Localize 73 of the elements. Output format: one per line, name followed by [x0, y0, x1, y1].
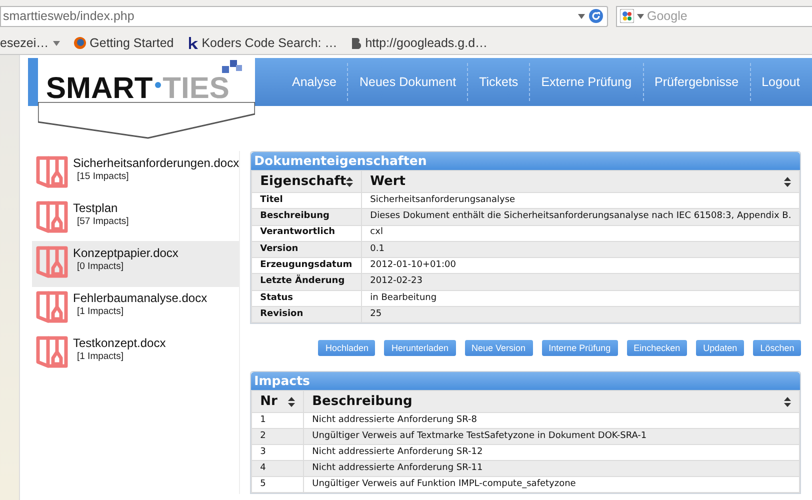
- action-button[interactable]: Löschen: [753, 340, 802, 356]
- impact-count: [1 Impacts]: [76, 306, 124, 318]
- k-icon: [188, 37, 198, 49]
- nav-link[interactable]: Externe Prüfung: [530, 72, 643, 92]
- panel-title: Impacts: [251, 372, 800, 390]
- document-icon: [35, 155, 69, 189]
- sort-icon: [346, 176, 354, 186]
- table-cell: 5: [252, 476, 304, 493]
- document-name: Testplan: [73, 201, 119, 216]
- cubes-icon: [220, 58, 244, 76]
- nav-link[interactable]: Prüfergebnisse: [644, 72, 750, 92]
- document-item[interactable]: Konzeptpapier.docx [0 Impacts]: [32, 241, 240, 287]
- logo-text: TIES: [162, 71, 230, 107]
- document-name: Konzeptpapier.docx: [73, 246, 178, 261]
- globe-icon: [74, 37, 86, 49]
- caret-icon: [637, 14, 644, 18]
- document-name: Sicherheitsanforderungen.docx: [73, 156, 240, 171]
- document-item[interactable]: Testkonzept.docx [1 Impacts]: [32, 331, 240, 377]
- document-icon: [35, 290, 69, 324]
- impact-count: [1 Impacts]: [76, 351, 124, 363]
- document-icon: [35, 200, 69, 234]
- action-button[interactable]: Einchecken: [626, 340, 688, 356]
- bookmark[interactable]: http://googleads.g.d…: [351, 34, 488, 52]
- caret-icon: [52, 40, 60, 46]
- action-button[interactable]: Updaten: [696, 340, 744, 356]
- impact-count: [0 Impacts]: [76, 261, 124, 273]
- reload-icon[interactable]: [589, 9, 603, 23]
- caret-icon: [578, 14, 585, 18]
- table-cell: Dieses Dokument enthält die Sicherheitsanforderungsanalyse nach IEC 61508:3, Appendix B.: [362, 208, 800, 226]
- bookmark-icon: [351, 38, 362, 48]
- nav-link[interactable]: Tickets: [468, 72, 530, 92]
- search-field[interactable]: Google: [616, 6, 812, 26]
- logo-text: SMART: [46, 71, 153, 107]
- nav-link[interactable]: Analyse: [281, 72, 348, 92]
- bookmark[interactable]: esezei…: [0, 34, 60, 52]
- impact-count: [15 Impacts]: [76, 171, 130, 183]
- search-input[interactable]: Google: [647, 6, 812, 26]
- nav-link[interactable]: Logout: [750, 72, 811, 92]
- action-button[interactable]: Hochladen: [318, 340, 376, 356]
- table-cell: 2012-02-23: [362, 274, 800, 290]
- document-icon: [35, 335, 69, 369]
- column-header[interactable]: Beschreibung: [304, 390, 800, 413]
- column-header[interactable]: Wert: [362, 170, 800, 192]
- google-icon: [620, 9, 634, 23]
- action-button[interactable]: Neue Version: [464, 340, 533, 356]
- table-cell: Letzte Änderung: [252, 274, 362, 290]
- table-cell: Ungültiger Verweis auf Funktion IMPL-compute_safetyzone: [304, 476, 800, 493]
- bookmark[interactable]: Getting Started: [74, 34, 174, 52]
- dot-icon: [154, 82, 161, 88]
- document-item[interactable]: Sicherheitsanforderungen.docx [15 Impacts]: [32, 151, 240, 197]
- table-cell: 25: [362, 306, 800, 323]
- sort-icon: [784, 396, 792, 407]
- bookmark[interactable]: Koders Code Search: …: [188, 34, 338, 52]
- action-button[interactable]: Interne Prüfung: [542, 340, 618, 356]
- url-text: smarttiesweb/index.php: [3, 8, 136, 25]
- action-button[interactable]: Herunterladen: [384, 340, 456, 356]
- document-name: Fehlerbaumanalyse.docx: [73, 291, 208, 306]
- nav-link[interactable]: Neues Dokument: [348, 72, 468, 92]
- panel-title: Dokumenteigenschaften: [251, 152, 800, 170]
- sort-icon: [784, 176, 792, 186]
- table-cell: cxl: [362, 225, 800, 242]
- url-field[interactable]: smarttiesweb/index.php: [0, 6, 608, 26]
- document-item[interactable]: Fehlerbaumanalyse.docx [1 Impacts]: [32, 286, 240, 332]
- table-cell: Revision: [252, 306, 362, 323]
- sort-icon: [288, 396, 296, 407]
- column-header[interactable]: Eigenschaft: [252, 170, 362, 192]
- column-header[interactable]: Nr: [252, 390, 304, 413]
- document-name: Testkonzept.docx: [73, 336, 166, 351]
- table-cell: Verantwortlich: [252, 225, 362, 242]
- table-cell: Beschreibung: [252, 208, 362, 226]
- document-item[interactable]: Testplan [57 Impacts]: [32, 196, 240, 242]
- impact-count: [57 Impacts]: [76, 216, 129, 228]
- document-icon: [35, 245, 69, 279]
